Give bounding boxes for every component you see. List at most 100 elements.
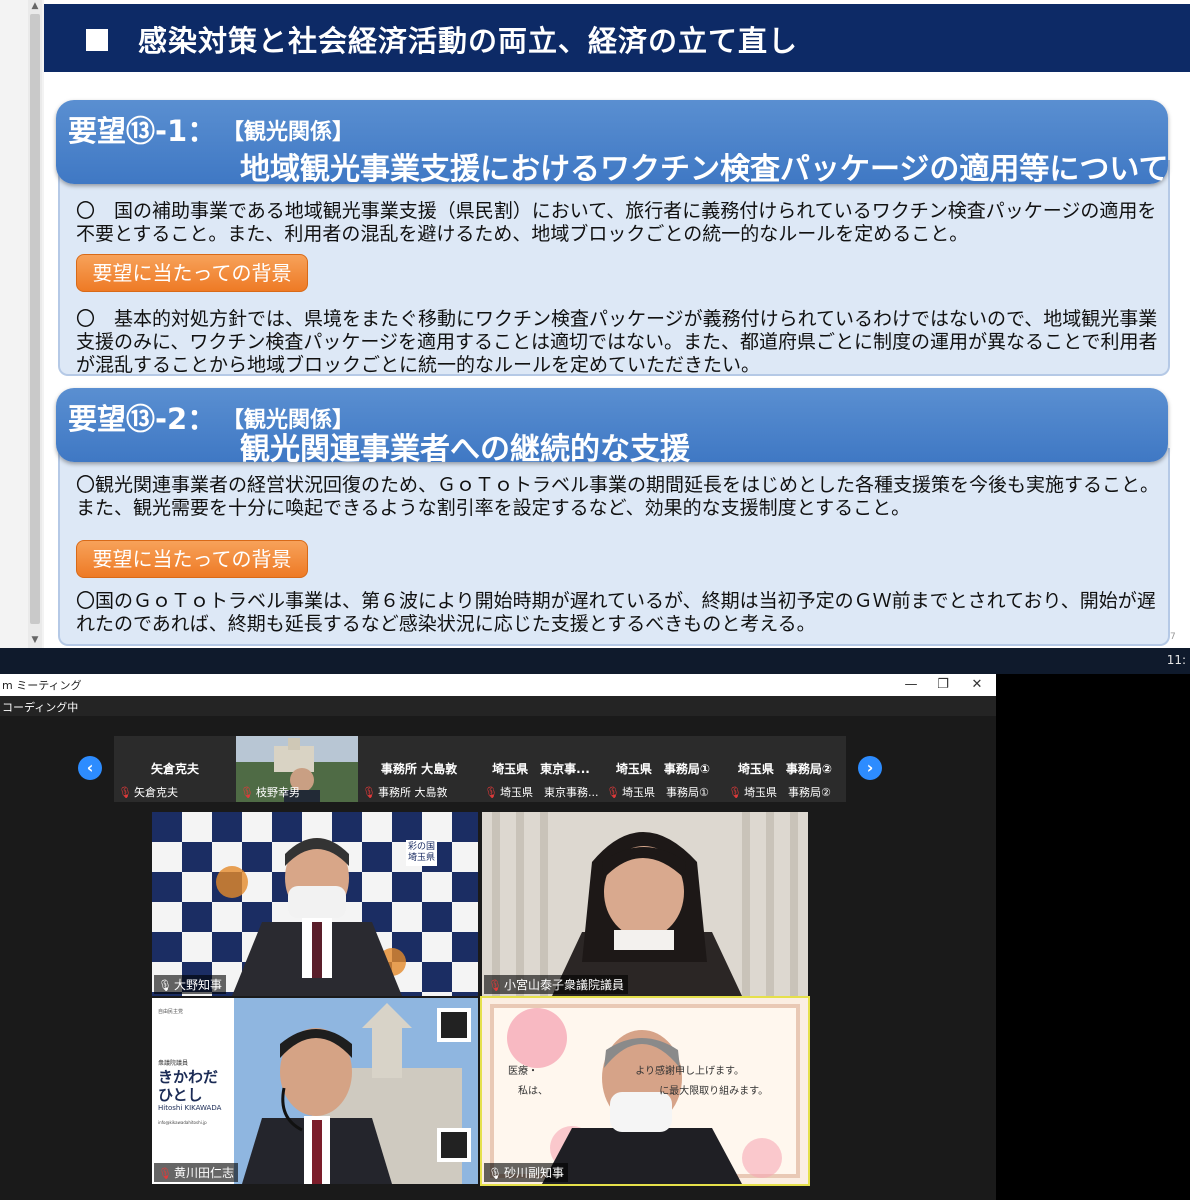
- mic-muted-icon: 🎙: [488, 979, 502, 992]
- slide-title: 感染対策と社会経済活動の両立、経済の立て直し: [138, 24, 799, 58]
- participant-label-text: 事務所 大島敦: [377, 786, 448, 799]
- request1-body: 〇 国の補助事業である地域観光事業支援（県民割）において、旅行者に義務付けられて…: [58, 160, 1170, 376]
- participant-thumb[interactable]: 埼玉県 事務局① 🎙 埼玉県 事務局①: [602, 736, 724, 802]
- slide-header: 感染対策と社会経済活動の両立、経済の立て直し: [44, 4, 1190, 72]
- participant-name: 埼玉県 事務局②: [737, 762, 833, 776]
- participant-label: 🎙 枝野幸男: [240, 784, 300, 800]
- participant-thumb[interactable]: 事務所 大島敦 🎙 事務所 大島敦: [358, 736, 480, 802]
- video-name-text: 黄川田仁志: [173, 1166, 234, 1180]
- card-party: 自由民主党: [158, 1009, 184, 1015]
- participant-thumb[interactable]: 矢倉克夫 🎙 矢倉克夫: [114, 736, 236, 802]
- request2-title: 観光関連事業者への継続的な支援: [240, 432, 690, 467]
- video-name-label: 🎙 大野知事: [154, 975, 226, 994]
- vertical-scrollbar[interactable]: ▲ ▼: [28, 0, 42, 648]
- participant-name: 埼玉県 東京事...: [492, 762, 590, 776]
- mic-muted-icon: 🎙: [728, 786, 742, 799]
- participant-name: 矢倉克夫: [150, 762, 199, 776]
- participant-thumb[interactable]: 埼玉県 東京事... 🎙 埼玉県 東京事務...: [480, 736, 602, 802]
- taskbar: 11:: [0, 648, 1190, 674]
- logo-line1: 彩の国: [408, 842, 436, 852]
- participant-label: 🎙 矢倉克夫: [118, 784, 178, 800]
- participant-thumb[interactable]: 🎙 枝野幸男: [236, 736, 358, 802]
- request1-number: 要望⑬-1：: [68, 114, 217, 148]
- zoom-title-bar: m ミーティング — ❐ ✕: [0, 674, 996, 697]
- mic-muted-icon: 🎙: [240, 786, 254, 799]
- bg-message-line1-end: より感謝申し上げます。: [635, 1066, 744, 1077]
- participant-label-text: 枝野幸男: [255, 786, 300, 799]
- logo-line2: 埼玉県: [408, 853, 436, 863]
- request1-bg-line3: が混乱することから地域ブロックごとに統一的なルールを定めていただきたい。: [76, 354, 761, 376]
- participant-name: 事務所 大島敦: [380, 762, 458, 776]
- request1-bg-line1: 〇 基本的対処方針では、県境をまたぐ移動にワクチン検査パッケージが義務付けられて…: [76, 308, 1158, 330]
- video-tile-kikawada[interactable]: 自由民主党 衆議院議員 きかわだ ひとし Hitoshi KIKAWADA in…: [152, 998, 478, 1184]
- video-name-label: 🎙 砂川副知事: [484, 1163, 568, 1182]
- request1-header: 要望⑬-1： 【観光関係】 地域観光事業支援におけるワクチン検査パッケージの適用…: [56, 100, 1169, 187]
- bg-message-line2-end: に最大限取り組みます。: [659, 1086, 769, 1097]
- video-tile-komiyama[interactable]: 🎙 小宮山泰子衆議院議員: [482, 812, 808, 996]
- scroll-up-icon[interactable]: ▲: [28, 0, 42, 12]
- request2-body-line2: また、観光需要を十分に喚起できるような割引率を設定するなど、効果的な支援制度とす…: [76, 497, 911, 519]
- participant-name: 埼玉県 事務局①: [615, 762, 711, 776]
- video-tile-sunagawa[interactable]: 医療・ より感謝申し上げます。 私は、 に最大限取り組みます。 🎙 砂川副知事: [480, 996, 810, 1186]
- taskbar-clock: 11:: [1166, 653, 1186, 667]
- mic-on-icon: 🎙: [158, 979, 172, 992]
- participant-label-text: 矢倉克夫: [133, 786, 178, 799]
- scrollbar-thumb[interactable]: [30, 14, 40, 624]
- recording-status-bar: コーディング中: [0, 696, 996, 716]
- request2-number: 要望⑬-2：: [68, 402, 217, 436]
- participant-label-text: 埼玉県 事務局①: [621, 786, 709, 799]
- participant-label: 🎙 埼玉県 事務局②: [728, 784, 831, 800]
- participant-thumb[interactable]: 埼玉県 事務局② 🎙 埼玉県 事務局②: [724, 736, 846, 802]
- scroll-down-icon[interactable]: ▼: [28, 634, 42, 646]
- mic-muted-icon: 🎙: [484, 786, 498, 799]
- card-email: info@kikawadahitoshi.jp: [158, 1120, 207, 1125]
- request1-body-line2: 不要とすること。また、利用者の混乱を避けるため、地域ブロックごとの統一的なルール…: [76, 223, 969, 245]
- card-name-line2: ひとし: [158, 1086, 203, 1104]
- video-name-label: 🎙 黄川田仁志: [154, 1163, 238, 1182]
- participant-label-text: 埼玉県 事務局②: [743, 786, 831, 799]
- prev-page-icon[interactable]: ‹: [78, 756, 102, 780]
- bg-message-line1-start: 医療・: [508, 1066, 538, 1077]
- video-tile-governor[interactable]: 彩の国 埼玉県 🎙 大野知事: [152, 812, 478, 996]
- bg-message-line2: 私は、 に最大限取り組みます。: [518, 1082, 768, 1097]
- request1-category: 【観光関係】: [222, 120, 355, 145]
- square-bullet-icon: [86, 29, 108, 51]
- participant-label: 🎙 事務所 大島敦: [362, 784, 447, 800]
- minimize-icon[interactable]: —: [894, 674, 928, 696]
- kikawada-card: 自由民主党 衆議院議員 きかわだ ひとし Hitoshi KIKAWADA in…: [152, 998, 234, 1184]
- mic-muted-icon: 🎙: [118, 786, 132, 799]
- close-icon[interactable]: ✕: [960, 674, 994, 696]
- request1-bg-line2: 支援のみに、ワクチン検査パッケージを適用することは適切ではない。また、都道府県ご…: [76, 331, 1158, 353]
- request1-background-button: 要望に当たっての背景: [76, 254, 308, 292]
- request2-bg-line2: れたのであれば、終期も延長するなど感染状況に応じた支援とするべきものと考える。: [76, 613, 816, 635]
- request1-title: 地域観光事業支援におけるワクチン検査パッケージの適用等について: [240, 152, 1169, 187]
- mic-muted-icon: 🎙: [606, 786, 620, 799]
- participant-label: 🎙 埼玉県 事務局①: [606, 784, 709, 800]
- mic-muted-icon: 🎙: [362, 786, 376, 799]
- bg-message-line2-start: 私は、: [518, 1086, 548, 1097]
- mic-muted-icon: 🎙: [158, 1167, 172, 1180]
- saitama-logo: 彩の国 埼玉県: [406, 840, 438, 866]
- video-name-text: 砂川副知事: [503, 1166, 564, 1180]
- mic-on-icon: 🎙: [488, 1167, 502, 1180]
- participant-label-text: 埼玉県 東京事務...: [499, 786, 598, 799]
- desktop-background: [996, 674, 1190, 1200]
- request1-body-line1: 〇 国の補助事業である地域観光事業支援（県民割）において、旅行者に義務付けられて…: [76, 200, 1157, 222]
- participant-label: 🎙 埼玉県 東京事務...: [484, 784, 598, 800]
- video-name-text: 大野知事: [173, 978, 222, 992]
- next-page-icon[interactable]: ›: [858, 756, 882, 780]
- request2-background-button: 要望に当たっての背景: [76, 540, 308, 578]
- video-name-label: 🎙 小宮山泰子衆議院議員: [484, 975, 628, 994]
- zoom-window-title: m ミーティング: [2, 679, 82, 692]
- page-number: 7: [1170, 632, 1176, 642]
- maximize-icon[interactable]: ❐: [926, 674, 960, 696]
- request2-body: 〇観光関連事業者の経営状況回復のため、ＧｏＴｏトラベル事業の期間延長をはじめとし…: [58, 448, 1170, 646]
- bg-message-line1: 医療・ より感謝申し上げます。: [508, 1062, 744, 1077]
- card-roman: Hitoshi KIKAWADA: [158, 1104, 222, 1112]
- request2-body-line1: 〇観光関連事業者の経営状況回復のため、ＧｏＴｏトラベル事業の期間延長をはじめとし…: [76, 474, 1160, 496]
- request2-header: 要望⑬-2： 【観光関係】 観光関連事業者への継続的な支援: [56, 388, 1168, 467]
- request2-bg-line1: 〇国のＧｏＴｏトラベル事業は、第６波により開始時期が遅れているが、終期は当初予定…: [76, 590, 1156, 612]
- video-name-text: 小宮山泰子衆議院議員: [503, 978, 624, 992]
- recording-status: コーディング中: [2, 701, 79, 714]
- komiyama-video-frame: [482, 812, 808, 996]
